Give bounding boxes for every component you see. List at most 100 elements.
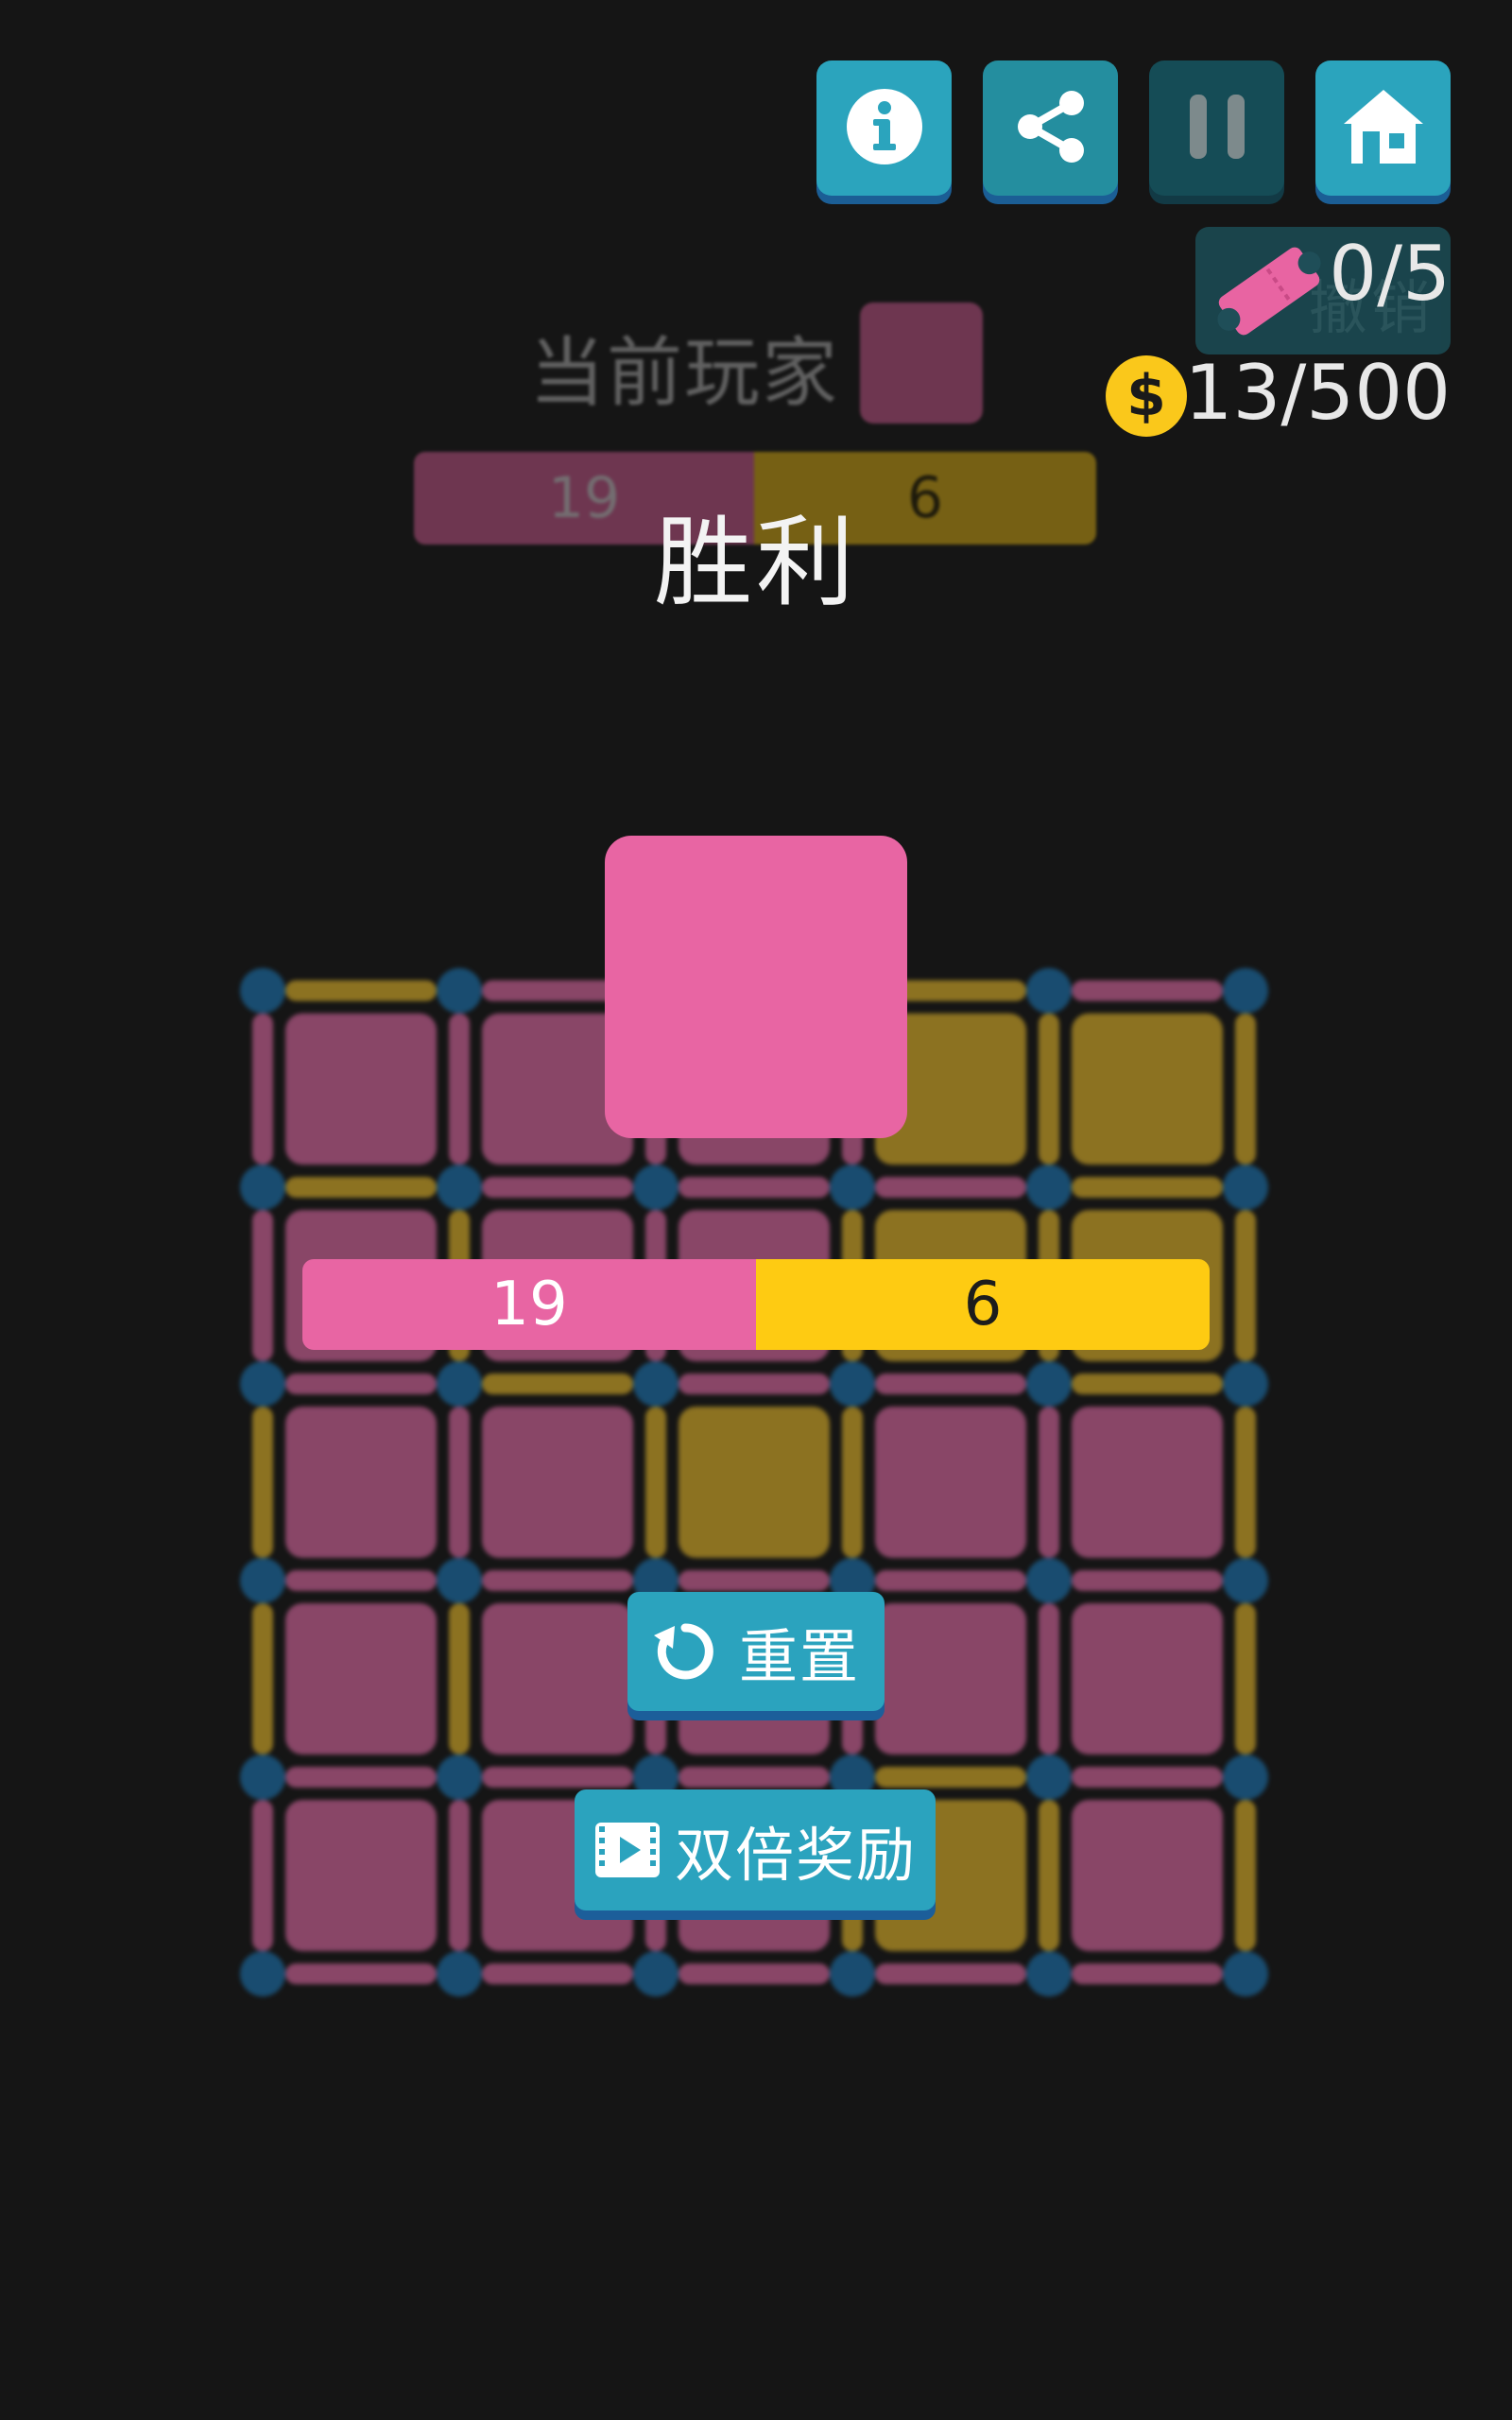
board-edge[interactable]	[1039, 1603, 1059, 1754]
board-edge[interactable]	[252, 1603, 273, 1754]
board-edge[interactable]	[1235, 1407, 1256, 1558]
reset-icon	[652, 1618, 718, 1685]
board-dot	[437, 1361, 482, 1407]
board-edge[interactable]	[449, 1407, 470, 1558]
board-cell	[482, 1603, 633, 1754]
board-edge[interactable]	[252, 1407, 273, 1558]
board-edge[interactable]	[1039, 1800, 1059, 1951]
board-dot	[240, 1361, 285, 1407]
final-score-bar: 19 6	[302, 1259, 1210, 1350]
board-cell	[1072, 1603, 1223, 1754]
board-edge[interactable]	[1039, 1013, 1059, 1165]
board-cell	[285, 1800, 437, 1951]
board-edge[interactable]	[482, 1570, 633, 1591]
board-dot	[240, 1165, 285, 1210]
board-cell	[285, 1603, 437, 1754]
board-edge[interactable]	[1072, 1374, 1223, 1394]
board-edge[interactable]	[285, 1177, 437, 1198]
board-dot	[1026, 1754, 1072, 1800]
double-reward-button[interactable]: 双倍奖励	[575, 1789, 936, 1910]
board-edge[interactable]	[285, 980, 437, 1001]
board-edge[interactable]	[679, 1570, 830, 1591]
board-edge[interactable]	[1235, 1210, 1256, 1361]
final-score-yellow: 6	[756, 1259, 1210, 1350]
board-edge[interactable]	[679, 1177, 830, 1198]
board-cell	[285, 1013, 437, 1165]
board-edge[interactable]	[875, 1374, 1026, 1394]
board-dot	[633, 1951, 679, 1996]
board-cell	[875, 1407, 1026, 1558]
board-dot	[633, 1165, 679, 1210]
board-edge[interactable]	[1235, 1013, 1256, 1165]
board-cell	[875, 1603, 1026, 1754]
board-edge[interactable]	[645, 1407, 666, 1558]
board-edge[interactable]	[285, 1767, 437, 1788]
board-dot	[240, 1558, 285, 1603]
board-edge[interactable]	[875, 1963, 1026, 1984]
board-cell	[1072, 1407, 1223, 1558]
final-score-pink: 19	[302, 1259, 756, 1350]
board-edge[interactable]	[482, 1177, 633, 1198]
board-edge[interactable]	[285, 1570, 437, 1591]
board-dot	[1223, 1558, 1268, 1603]
board-edge[interactable]	[1235, 1800, 1256, 1951]
video-icon	[593, 1821, 662, 1879]
board-edge[interactable]	[875, 1570, 1026, 1591]
board-dot	[1026, 1951, 1072, 1996]
board-dot	[437, 968, 482, 1013]
board-edge[interactable]	[679, 1963, 830, 1984]
board-edge[interactable]	[449, 1013, 470, 1165]
board-edge[interactable]	[1072, 980, 1223, 1001]
board-dot	[240, 1951, 285, 1996]
board-dot	[1223, 968, 1268, 1013]
board-edge[interactable]	[449, 1800, 470, 1951]
board-dot	[437, 1754, 482, 1800]
board-edge[interactable]	[252, 1800, 273, 1951]
board-dot	[1026, 1361, 1072, 1407]
board-edge[interactable]	[1072, 1963, 1223, 1984]
board-edge[interactable]	[1039, 1407, 1059, 1558]
board-dot	[830, 1951, 875, 1996]
board-edge[interactable]	[875, 1767, 1026, 1788]
board-edge[interactable]	[285, 1963, 437, 1984]
board-dot	[240, 968, 285, 1013]
board-edge[interactable]	[252, 1013, 273, 1165]
board-edge[interactable]	[679, 1374, 830, 1394]
board-dot	[830, 1361, 875, 1407]
board-cell	[1072, 1800, 1223, 1951]
board-dot	[437, 1165, 482, 1210]
board-dot	[1026, 1165, 1072, 1210]
board-dot	[830, 1165, 875, 1210]
board-edge[interactable]	[842, 1407, 863, 1558]
board-dot	[437, 1558, 482, 1603]
board-edge[interactable]	[482, 1374, 633, 1394]
board-edge[interactable]	[679, 1767, 830, 1788]
reset-button[interactable]: 重置	[627, 1592, 885, 1711]
board-dot	[633, 1361, 679, 1407]
board-cell	[679, 1407, 830, 1558]
board-edge[interactable]	[875, 1177, 1026, 1198]
board-cell	[1072, 1013, 1223, 1165]
board-cell	[285, 1407, 437, 1558]
board-dot	[1223, 1165, 1268, 1210]
current-player-swatch	[860, 302, 983, 424]
board-edge[interactable]	[252, 1210, 273, 1361]
board-dot	[1026, 968, 1072, 1013]
board-edge[interactable]	[1235, 1603, 1256, 1754]
board-dot	[1223, 1361, 1268, 1407]
current-player-label: 当前玩家	[529, 329, 839, 417]
result-title: 胜利	[653, 505, 858, 620]
board-cell	[482, 1407, 633, 1558]
board-edge[interactable]	[1072, 1177, 1223, 1198]
board-dot	[1223, 1754, 1268, 1800]
board-edge[interactable]	[482, 1767, 633, 1788]
board-dot	[240, 1754, 285, 1800]
board-dot	[1026, 1558, 1072, 1603]
double-reward-label: 双倍奖励	[674, 1821, 917, 1890]
board-edge[interactable]	[1072, 1570, 1223, 1591]
board-edge[interactable]	[449, 1603, 470, 1754]
board-edge[interactable]	[285, 1374, 437, 1394]
board-edge[interactable]	[1072, 1767, 1223, 1788]
board-edge[interactable]	[482, 1963, 633, 1984]
board-dot	[437, 1951, 482, 1996]
